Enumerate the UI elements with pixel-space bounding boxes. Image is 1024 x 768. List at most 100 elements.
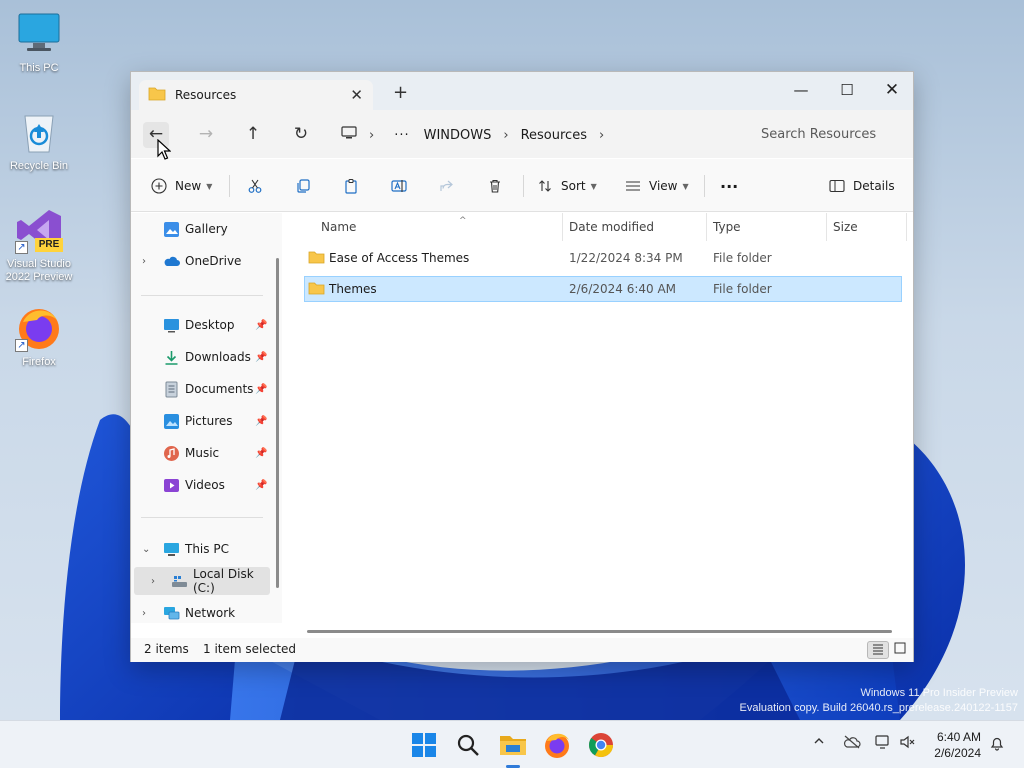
- pin-icon: 📌: [255, 383, 268, 395]
- desktop-icon-recycle-bin[interactable]: Recycle Bin: [1, 108, 77, 173]
- firefox-taskbar-button[interactable]: [541, 729, 573, 761]
- sidebar-item-documents[interactable]: Documents 📌: [131, 375, 271, 403]
- chevron-down-icon[interactable]: ⌄: [142, 544, 150, 555]
- chevron-right-icon[interactable]: ›: [142, 256, 146, 267]
- search-button[interactable]: [452, 729, 484, 761]
- rename-button[interactable]: [391, 173, 407, 199]
- taskbar: 6:40 AM 2/6/2024: [0, 720, 1024, 768]
- sidebar-item-label: Local Disk (C:): [193, 567, 254, 595]
- see-more-button[interactable]: ···: [720, 173, 738, 199]
- breadcrumb-separator[interactable]: ›: [369, 128, 374, 143]
- videos-icon: [163, 477, 180, 494]
- sidebar-item-onedrive[interactable]: › OneDrive: [131, 247, 271, 275]
- breadcrumb-resources[interactable]: Resources: [521, 128, 587, 143]
- column-header-date[interactable]: Date modified: [563, 213, 707, 241]
- sidebar-item-label: Documents: [185, 382, 254, 396]
- sidebar-item-music[interactable]: Music 📌: [131, 439, 271, 467]
- breadcrumb-separator[interactable]: ›: [503, 128, 508, 143]
- search-input[interactable]: Search Resources: [743, 120, 909, 150]
- delete-button[interactable]: [487, 173, 503, 199]
- file-date: 1/22/2024 8:34 PM: [569, 251, 683, 265]
- breadcrumb-overflow[interactable]: ···: [394, 128, 409, 143]
- windows-logo-icon: [412, 733, 436, 757]
- column-header-name[interactable]: Name ^: [315, 213, 563, 241]
- sidebar-item-this-pc[interactable]: ⌄ This PC: [131, 535, 271, 563]
- table-row[interactable]: Ease of Access Themes 1/22/2024 8:34 PM …: [304, 245, 902, 271]
- tab-resources[interactable]: Resources ✕: [139, 80, 373, 110]
- drive-icon: [171, 573, 188, 590]
- sidebar-item-label: Network: [185, 606, 236, 620]
- chevron-right-icon[interactable]: ›: [151, 576, 155, 587]
- sidebar-item-gallery[interactable]: Gallery: [131, 215, 271, 243]
- details-view-button[interactable]: [867, 641, 889, 659]
- cut-button[interactable]: [247, 173, 263, 199]
- maximize-button[interactable]: ☐: [824, 76, 870, 104]
- sidebar-item-local-disk[interactable]: › Local Disk (C:): [134, 567, 270, 595]
- this-pc-icon[interactable]: [341, 126, 357, 144]
- view-button[interactable]: View ▼: [625, 173, 689, 199]
- breadcrumb-windows[interactable]: WINDOWS: [424, 128, 492, 143]
- file-explorer-taskbar-button[interactable]: [497, 729, 529, 761]
- desktop-icon-label: This PC: [19, 62, 59, 74]
- sidebar-item-videos[interactable]: Videos 📌: [131, 471, 271, 499]
- refresh-button[interactable]: ↻: [288, 122, 314, 148]
- file-type: File folder: [713, 251, 772, 265]
- firefox-icon: [545, 733, 569, 758]
- sidebar-item-network[interactable]: › Network: [131, 599, 271, 627]
- onedrive-tray-button[interactable]: [843, 735, 861, 753]
- tab-close-icon[interactable]: ✕: [350, 86, 363, 104]
- sidebar-item-downloads[interactable]: Downloads 📌: [131, 343, 271, 371]
- address-bar[interactable]: › ··· WINDOWS › Resources ›: [335, 120, 731, 150]
- new-tab-button[interactable]: +: [393, 82, 408, 103]
- share-button[interactable]: [439, 173, 455, 199]
- tiles-view-button[interactable]: [889, 641, 911, 659]
- column-header-label: Type: [713, 220, 741, 234]
- sidebar-item-desktop[interactable]: Desktop 📌: [131, 311, 271, 339]
- clipboard-icon: [345, 179, 357, 194]
- notifications-button[interactable]: [989, 735, 1005, 755]
- document-icon: [163, 381, 180, 398]
- volume-tray-button[interactable]: [899, 735, 917, 753]
- table-row[interactable]: Themes 2/6/2024 6:40 AM File folder: [304, 276, 902, 302]
- cloud-icon: [163, 253, 180, 270]
- new-button[interactable]: New ▼: [151, 173, 212, 199]
- desktop-icon-visual-studio[interactable]: PRE ↗ Visual Studio 2022 Preview: [1, 206, 77, 284]
- show-hidden-icons-button[interactable]: [813, 735, 825, 751]
- sidebar-item-label: Downloads: [185, 350, 251, 364]
- sidebar-item-label: Gallery: [185, 222, 228, 236]
- chevron-down-icon: ▼: [682, 181, 689, 191]
- sidebar-scrollbar[interactable]: [276, 258, 279, 588]
- desktop-icon-label: Visual Studio 2022 Preview: [5, 258, 73, 283]
- clock[interactable]: 6:40 AM 2/6/2024: [925, 729, 981, 761]
- paste-button[interactable]: [343, 173, 359, 199]
- up-button[interactable]: ↑: [240, 122, 266, 148]
- watermark-line-2: Evaluation copy. Build 26040.rs_prerelea…: [739, 702, 1018, 714]
- preview-badge: PRE: [35, 238, 63, 252]
- forward-button[interactable]: →: [193, 122, 219, 148]
- details-button[interactable]: Details: [829, 173, 895, 199]
- copy-button[interactable]: [295, 173, 311, 199]
- gallery-icon: [163, 221, 180, 238]
- desktop-icon-this-pc[interactable]: This PC: [1, 10, 77, 75]
- desktop-icon-firefox[interactable]: ↗ Firefox: [1, 304, 77, 369]
- horizontal-scrollbar[interactable]: [307, 630, 892, 633]
- column-header-type[interactable]: Type: [707, 213, 827, 241]
- close-button[interactable]: ✕: [869, 76, 915, 104]
- chevron-right-icon[interactable]: ›: [142, 608, 146, 619]
- monitor-icon: [15, 10, 63, 58]
- copy-icon: [297, 179, 310, 193]
- title-bar[interactable]: Resources ✕ + — ☐ ✕: [131, 72, 913, 110]
- column-header-size[interactable]: Size: [827, 213, 907, 241]
- start-button[interactable]: [408, 729, 440, 761]
- chrome-taskbar-button[interactable]: [585, 729, 617, 761]
- sidebar-item-pictures[interactable]: Pictures 📌: [131, 407, 271, 435]
- plus-circle-icon: [151, 178, 167, 194]
- file-explorer-icon: [500, 736, 526, 755]
- file-explorer-window: Resources ✕ + — ☐ ✕ ← → ↑ ↻ › ··· WINDOW…: [130, 71, 914, 662]
- sort-button[interactable]: Sort ▼: [537, 173, 597, 199]
- breadcrumb-separator[interactable]: ›: [599, 128, 604, 143]
- sort-label: Sort: [561, 179, 586, 193]
- network-tray-button[interactable]: [874, 735, 892, 753]
- view-list-icon: [626, 181, 640, 191]
- minimize-button[interactable]: —: [778, 76, 824, 104]
